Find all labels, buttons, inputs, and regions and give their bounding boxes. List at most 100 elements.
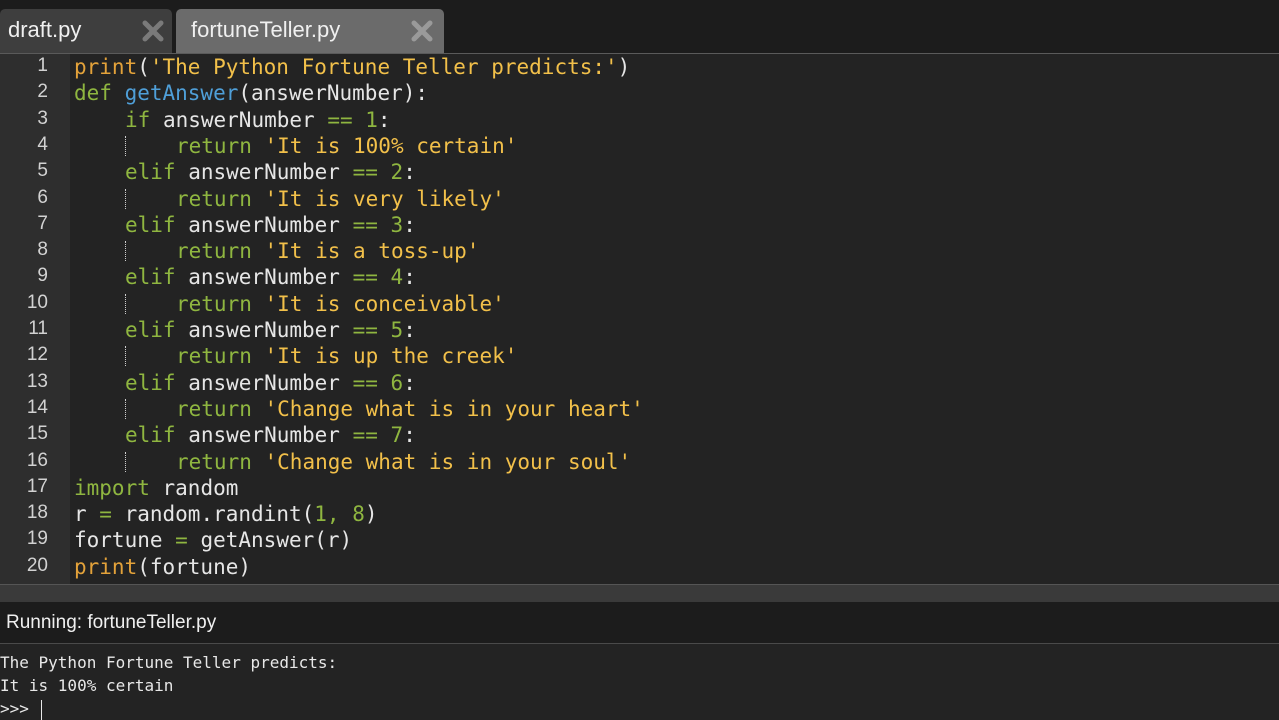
code-token: : — [377, 107, 391, 132]
code-token: def — [74, 81, 125, 106]
code-token: 'It is up the creek' — [264, 344, 518, 369]
code-line[interactable]: 3 if answerNumber == 1: — [0, 107, 1279, 133]
code-line[interactable]: 6 return 'It is very likely' — [0, 186, 1279, 212]
code-line[interactable]: 17 import random — [0, 475, 1279, 501]
code-line[interactable]: 9 elif answerNumber == 4: — [0, 264, 1279, 290]
code-token: 'The Python Fortune Teller predicts:' — [149, 55, 618, 79]
code-token: 8 — [352, 502, 365, 527]
code-line[interactable]: 15 elif answerNumber == 7: — [0, 422, 1279, 448]
line-number: 15 — [26, 423, 48, 445]
code-token: 2 — [390, 160, 404, 185]
code-line[interactable]: 5 elif answerNumber == 2: — [0, 159, 1279, 185]
code-text: return 'Change what is in your soul' — [176, 449, 631, 475]
code-line[interactable]: 13 elif answerNumber == 6: — [0, 370, 1279, 396]
code-line[interactable]: 10 return 'It is conceivable' — [0, 291, 1279, 317]
indent-guide — [125, 398, 126, 419]
close-x-icon[interactable] — [411, 20, 433, 42]
indent-guide — [125, 346, 126, 367]
code-line[interactable]: 11 elif answerNumber == 5: — [0, 317, 1279, 343]
code-text: elif answerNumber == 5: — [125, 317, 416, 343]
tab-label: fortuneTeller.py — [191, 17, 341, 42]
tab-fortune-teller[interactable]: fortuneTeller.py — [176, 9, 444, 53]
code-line[interactable]: 12 return 'It is up the creek' — [0, 343, 1279, 369]
code-line[interactable]: 4 return 'It is 100% certain' — [0, 133, 1279, 159]
code-line[interactable]: 18 r = random.randint(1, 8) — [0, 501, 1279, 527]
code-text: if answerNumber == 1: — [125, 107, 391, 133]
code-token: elif — [125, 318, 189, 342]
code-line[interactable]: 19 fortune = getAnswer(r) — [0, 527, 1279, 553]
code-token: : — [403, 318, 416, 342]
code-token: 5 — [390, 318, 404, 342]
line-number: 10 — [26, 291, 48, 313]
close-x-icon[interactable] — [142, 20, 164, 42]
code-token: ) — [364, 502, 378, 527]
tab-draft[interactable]: draft.py — [0, 9, 172, 53]
code-token: import — [74, 475, 163, 500]
line-number: 16 — [26, 449, 48, 471]
code-line[interactable]: 1 print('The Python Fortune Teller predic… — [0, 54, 1279, 80]
code-token: == — [352, 423, 378, 448]
line-number: 20 — [26, 554, 48, 576]
code-token: 'It is conceivable' — [264, 291, 505, 316]
indent-guide — [125, 188, 126, 209]
text-cursor — [40, 699, 42, 720]
line-number: 7 — [37, 212, 48, 234]
code-token: : — [403, 160, 416, 185]
code-text: return 'It is a toss-up' — [176, 238, 479, 264]
console-output[interactable]: The Python Fortune Teller predicts: It i… — [0, 644, 1279, 720]
code-line[interactable]: 2 def getAnswer(answerNumber): — [0, 80, 1279, 106]
code-text: fortune = getAnswer(r) — [74, 527, 352, 553]
code-token: == — [352, 160, 378, 185]
tab-label: draft.py — [8, 17, 82, 42]
code-token: 'It is 100% certain' — [264, 133, 518, 158]
code-token: == — [352, 318, 378, 342]
code-line[interactable]: 7 elif answerNumber == 3: — [0, 212, 1279, 238]
code-token: == — [352, 370, 378, 395]
code-token: elif — [125, 160, 189, 185]
code-token: return — [176, 133, 265, 158]
code-text: def getAnswer(answerNumber): — [74, 80, 428, 106]
code-token: print — [74, 55, 138, 79]
editor-scrollbar[interactable] — [0, 584, 1279, 602]
code-token: answerNumber — [162, 107, 328, 132]
code-text: r = random.randint(1, 8) — [74, 501, 378, 527]
console-title: Running: fortuneTeller.py — [6, 612, 217, 633]
line-number: 9 — [37, 265, 48, 287]
line-number: 3 — [37, 107, 48, 129]
code-text: elif answerNumber == 3: — [125, 212, 416, 238]
code-token: return — [176, 449, 265, 474]
code-token: 'It is very likely' — [264, 186, 505, 211]
code-token: random.randint( — [111, 502, 315, 527]
code-token: elif — [125, 212, 189, 237]
code-token: , — [326, 502, 340, 527]
code-token: 7 — [390, 423, 404, 448]
code-text: elif answerNumber == 4: — [125, 264, 416, 290]
code-editor[interactable]: 1 print('The Python Fortune Teller predic… — [0, 54, 1279, 584]
code-token: getAnswer — [124, 81, 239, 106]
code-line[interactable]: 16 return 'Change what is in your soul' — [0, 449, 1279, 475]
console-output-line: The Python Fortune Teller predicts: — [0, 653, 338, 672]
console-prompt-line[interactable]: >>> — [0, 698, 42, 720]
code-token: return — [176, 396, 265, 421]
code-line[interactable]: 8 return 'It is a toss-up' — [0, 238, 1279, 264]
code-text: elif answerNumber == 6: — [125, 370, 416, 396]
indent-guide — [125, 451, 126, 472]
line-number: 19 — [26, 528, 48, 550]
code-text: return 'It is conceivable' — [176, 291, 505, 317]
console-header: Running: fortuneTeller.py — [0, 602, 1279, 644]
console-prompt: >>> — [0, 699, 39, 718]
code-token: answerNumber — [188, 160, 353, 185]
code-text: return 'Change what is in your heart' — [176, 396, 644, 422]
code-token: 3 — [390, 212, 404, 237]
code-token: 'It is a toss-up' — [264, 239, 480, 264]
code-line[interactable]: 20 print(fortune) — [0, 554, 1279, 580]
code-line[interactable]: 14 return 'Change what is in your heart' — [0, 396, 1279, 422]
indent-guide — [125, 293, 126, 314]
code-token: fortune — [74, 528, 176, 553]
line-number: 18 — [26, 502, 48, 524]
line-number: 5 — [37, 160, 48, 182]
